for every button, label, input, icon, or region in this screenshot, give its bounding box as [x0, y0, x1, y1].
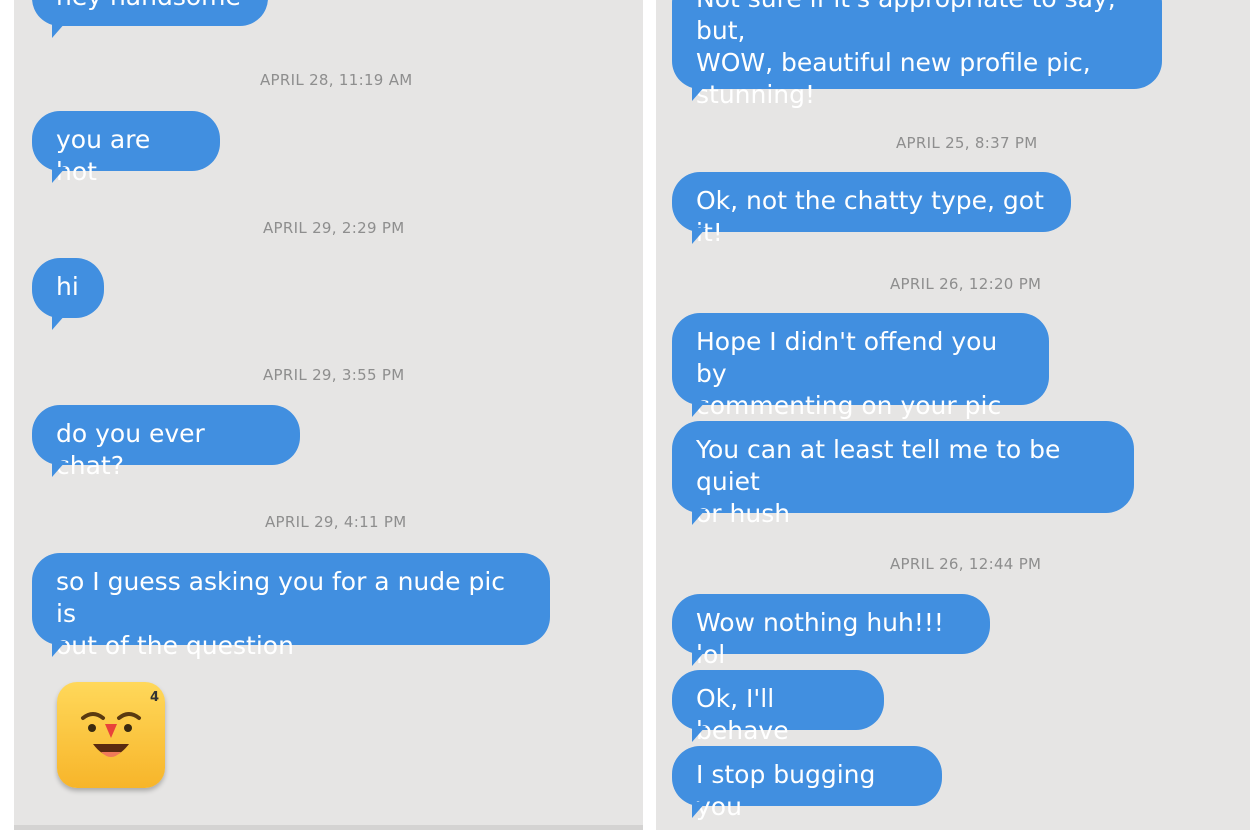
message-timestamp: APRIL 25, 8:37 PM: [896, 134, 1038, 152]
message-bubble: hey handsome: [32, 0, 268, 38]
message-bubble: Not sure if it's appropriate to say, but…: [672, 0, 1162, 109]
right-chat-panel[interactable]: Not sure if it's appropriate to say, but…: [656, 0, 1250, 830]
left-chat-panel[interactable]: hey handsome APRIL 28, 11:19 AM you are …: [14, 0, 643, 830]
emoji-badge-count: 4: [149, 690, 159, 705]
clown-face-icon: [81, 712, 141, 757]
message-timestamp: APRIL 26, 12:44 PM: [890, 555, 1042, 573]
message-bubble: Ok, I'll behave: [672, 670, 884, 745]
message-bubble: I stop bugging you: [672, 746, 942, 821]
message-timestamp: APRIL 26, 12:20 PM: [890, 275, 1042, 293]
message-timestamp: APRIL 29, 3:55 PM: [263, 366, 405, 384]
message-timestamp: APRIL 29, 4:11 PM: [265, 513, 407, 531]
emoji-sticker[interactable]: 4: [57, 682, 165, 788]
message-timestamp: APRIL 29, 2:29 PM: [263, 219, 405, 237]
message-bubble: so I guess asking you for a nude pic is …: [32, 553, 550, 660]
message-bubble: Ok, not the chatty type, got it!: [672, 172, 1071, 247]
message-bubble: you are hot: [32, 111, 220, 186]
message-bubble: Hope I didn't offend you by commenting o…: [672, 313, 1049, 420]
message-bubble: do you ever chat?: [32, 405, 300, 480]
message-timestamp: APRIL 28, 11:19 AM: [260, 71, 413, 89]
message-bubble: Wow nothing huh!!! lol: [672, 594, 990, 669]
message-bubble: hi: [32, 258, 104, 330]
panel-divider: [14, 825, 643, 830]
message-bubble: You can at least tell me to be quiet or …: [672, 421, 1134, 528]
